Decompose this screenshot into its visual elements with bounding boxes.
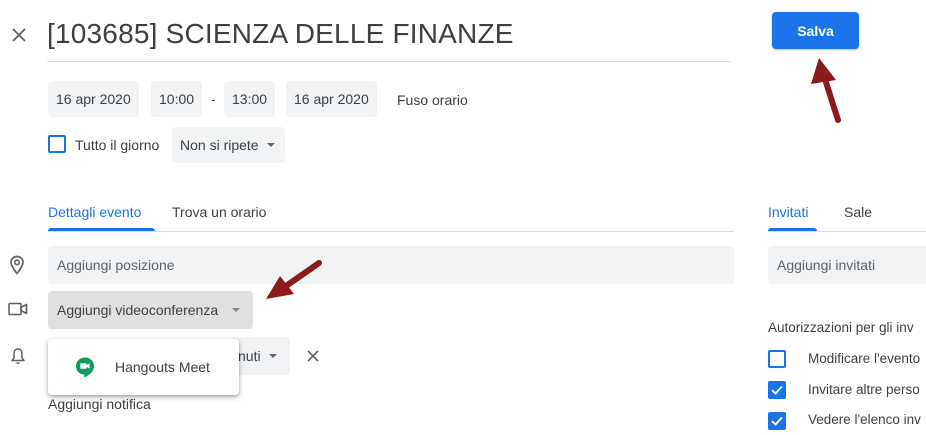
event-title-input[interactable]: [103685] SCIENZA DELLE FINANZE (47, 18, 514, 50)
permission-modify-checkbox[interactable] (768, 350, 786, 368)
start-date-chip[interactable]: 16 apr 2020 (48, 81, 139, 117)
tab-guests[interactable]: Invitati (768, 204, 808, 220)
permission-invite-checkbox[interactable] (768, 381, 786, 399)
location-input[interactable]: Aggiungi posizione (48, 246, 734, 284)
remove-notification-icon[interactable] (306, 349, 320, 363)
title-underline (47, 61, 731, 62)
location-pin-icon (8, 255, 26, 275)
repeat-dropdown[interactable]: Non si ripete (172, 127, 285, 163)
tabs-divider (48, 231, 734, 232)
chevron-down-icon (266, 143, 275, 147)
permission-see-list-checkbox[interactable] (768, 412, 786, 430)
tab-rooms[interactable]: Sale (844, 204, 872, 220)
permissions-heading: Autorizzazioni per gli inv (768, 320, 914, 335)
add-notification-link[interactable]: Aggiungi notifica (48, 396, 151, 412)
all-day-checkbox[interactable] (48, 135, 66, 153)
repeat-value: Non si ripete (180, 137, 259, 153)
permission-see-list-label: Vedere l'elenco inv (808, 412, 921, 427)
menu-item-label: Hangouts Meet (115, 359, 210, 375)
annotation-arrow-videoconference (262, 258, 324, 302)
end-time-chip[interactable]: 13:00 (224, 81, 276, 117)
tab-event-details[interactable]: Dettagli evento (48, 204, 141, 220)
guests-tabs-divider (768, 231, 926, 232)
all-day-label: Tutto il giorno (75, 137, 160, 153)
permission-modify-label: Modificare l'evento (808, 351, 921, 366)
time-separator: - (211, 91, 216, 107)
add-guests-input[interactable]: Aggiungi invitati (768, 246, 926, 284)
videocam-icon (8, 302, 28, 316)
chevron-down-icon (268, 354, 277, 358)
bell-icon (10, 347, 26, 365)
end-date-chip[interactable]: 16 apr 2020 (286, 81, 377, 117)
notification-unit-value: nuti (238, 348, 261, 364)
chevron-down-icon (232, 308, 241, 312)
menu-item-hangouts-meet[interactable]: Hangouts Meet (48, 339, 239, 395)
close-icon[interactable] (10, 26, 28, 44)
timezone-link[interactable]: Fuso orario (397, 92, 468, 108)
annotation-arrow-save (808, 56, 844, 124)
tab-find-time[interactable]: Trova un orario (172, 204, 266, 220)
notification-unit-dropdown[interactable]: nuti (230, 337, 290, 375)
permission-invite-label: Invitare altre perso (808, 382, 920, 397)
add-videoconference-button[interactable]: Aggiungi videoconferenza (48, 291, 253, 329)
videoconference-menu: Hangouts Meet (48, 339, 239, 395)
add-videoconference-label: Aggiungi videoconferenza (57, 302, 219, 318)
hangouts-meet-icon (74, 356, 96, 378)
start-time-chip[interactable]: 10:00 (151, 81, 203, 117)
save-button[interactable]: Salva (772, 12, 859, 49)
